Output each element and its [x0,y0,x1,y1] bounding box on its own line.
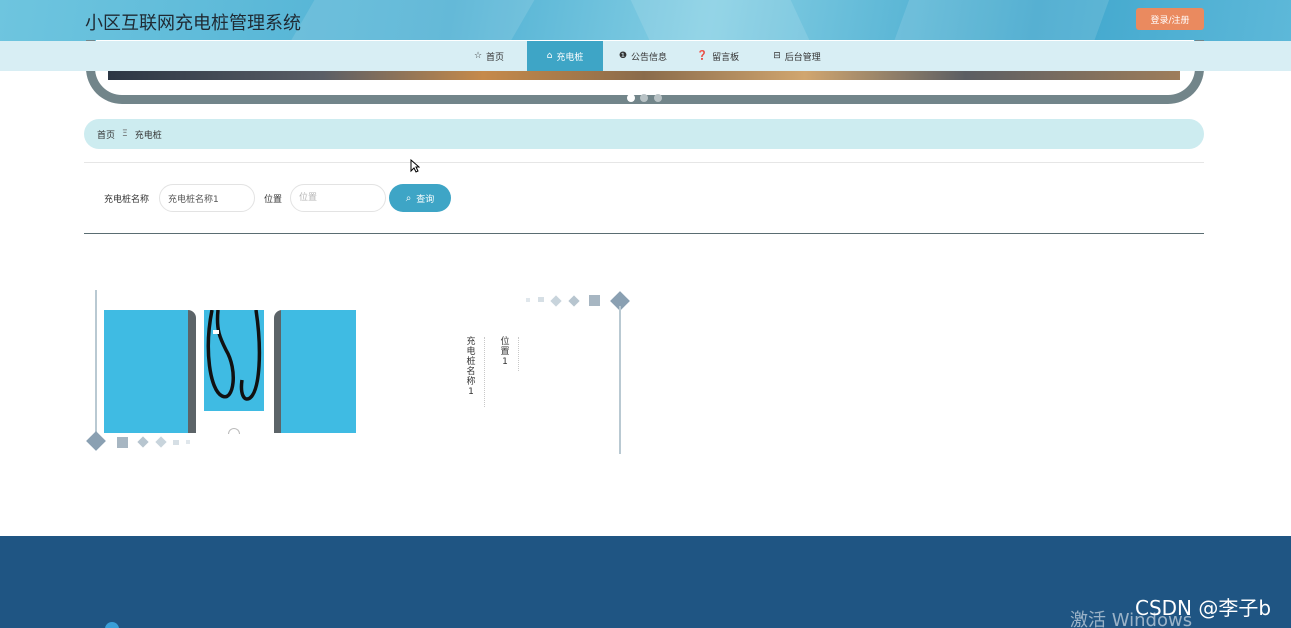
text-separator [518,337,519,371]
nav-item-admin[interactable]: ⊟ 后台管理 [762,41,832,71]
charging-cable-image [206,310,262,401]
site-title: 小区互联网充电桩管理系统 [85,13,301,34]
breadcrumb-separator: Ξ [122,129,128,139]
site-header: 小区互联网充电桩管理系统 登录/注册 [0,0,1291,41]
nav-item-label: 留言板 [712,52,740,63]
csdn-watermark: CSDN @李子b [1135,596,1272,620]
briefcase-icon: ⊟ [773,51,781,61]
decor-diamond [568,295,580,307]
search-icon: ⌕ [405,192,412,204]
text-separator [484,337,485,407]
breadcrumb-home[interactable]: 首页 [97,128,115,141]
decor-square [186,440,190,444]
nav-item-charging-pile[interactable]: ⌂ 充电桩 [527,41,603,71]
decor-diamond [137,436,149,448]
loading-spinner [228,428,240,434]
carousel-dot-1[interactable] [627,94,635,102]
banner-image [108,71,1180,80]
decor-diamond [155,436,167,448]
decor-diamond [550,295,562,307]
info-icon: ❶ [618,51,628,61]
nav-item-label: 后台管理 [784,52,821,63]
decor-square [173,440,179,445]
name-input[interactable] [159,184,255,212]
nav-item-label: 充电桩 [556,52,584,63]
card-name: 充电桩名称1 [466,337,476,397]
location-input[interactable] [290,184,386,212]
decor-square [538,297,544,302]
carousel-dot-2[interactable] [640,94,648,102]
nav-item-home[interactable]: ☆ 首页 [456,41,522,71]
search-button-label: 查询 [416,193,435,204]
decor-square [589,295,600,306]
breadcrumb-current: 充电桩 [134,130,162,141]
main-nav: ☆ 首页 ⌂ 充电桩 ❶ 公告信息 ❓ 留言板 ⊟ 后台管理 [0,41,1291,71]
nav-item-announcements[interactable]: ❶ 公告信息 [608,41,678,71]
breadcrumb: 首页 Ξ 充电桩 [84,119,1204,149]
star-icon: ☆ [473,51,483,61]
image-panel-right [281,310,356,433]
building-icon: ⌂ [546,51,553,61]
decor-square [526,298,530,302]
nav-item-message-board[interactable]: ❓ 留言板 [688,41,748,71]
decor-line [95,290,97,440]
question-icon: ❓ [696,51,709,61]
image-shadow [188,310,196,433]
footer-logo-icon [105,622,119,628]
location-label: 位置 [264,195,283,205]
image-panel-left [104,310,188,433]
login-register-button[interactable]: 登录/注册 [1136,8,1204,30]
divider [84,233,1204,234]
search-button[interactable]: ⌕ 查询 [389,184,451,212]
nav-item-label: 公告信息 [631,52,668,63]
decor-diamond [86,431,106,451]
carousel-dot-3[interactable] [654,94,662,102]
card-location: 位置1 [500,337,510,367]
decor-square [117,437,128,448]
nav-item-label: 首页 [486,52,505,63]
mouse-cursor-icon [410,159,420,173]
name-label: 充电桩名称 [104,195,150,205]
decor-line [619,306,621,454]
divider [84,162,1204,163]
